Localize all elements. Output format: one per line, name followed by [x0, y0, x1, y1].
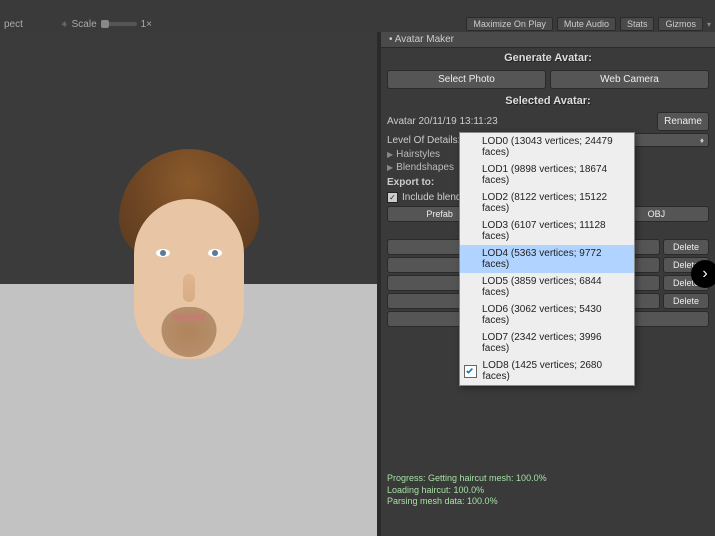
panel-tab[interactable]: • Avatar Maker	[381, 32, 715, 48]
next-arrow-button[interactable]: ›	[691, 260, 715, 288]
generate-avatar-title: Generate Avatar:	[381, 48, 715, 68]
lod-option[interactable]: LOD6 (3062 vertices; 5430 faces)	[460, 301, 634, 329]
avatar-maker-panel: • Avatar Maker Generate Avatar: Select P…	[381, 32, 715, 536]
lod-option[interactable]: LOD5 (3859 vertices; 6844 faces)	[460, 273, 634, 301]
rename-button[interactable]: Rename	[657, 112, 709, 131]
main-area: • Avatar Maker Generate Avatar: Select P…	[0, 32, 715, 536]
maximize-on-play-toggle[interactable]: Maximize On Play	[466, 17, 553, 31]
lod-option[interactable]: LOD4 (5363 vertices; 9772 faces)	[460, 245, 634, 273]
lod-option[interactable]: LOD3 (6107 vertices; 11128 faces)	[460, 217, 634, 245]
gizmos-toggle[interactable]: Gizmos	[658, 17, 703, 31]
aspect-label: pect	[4, 19, 23, 30]
delete-button[interactable]: Delete	[663, 239, 709, 255]
mute-audio-toggle[interactable]: Mute Audio	[557, 17, 616, 31]
web-camera-button[interactable]: Web Camera	[550, 70, 709, 89]
scale-slider[interactable]	[101, 22, 137, 26]
viewport-3d[interactable]	[0, 32, 377, 536]
top-toolbar: pect ✳ Scale 1× Maximize On Play Mute Au…	[0, 0, 715, 32]
stats-toggle[interactable]: Stats	[620, 17, 655, 31]
avatar-preview	[109, 149, 269, 399]
dropdown-icon[interactable]: ▾	[707, 20, 711, 29]
lod-label: Level Of Details:	[387, 135, 460, 146]
avatar-name-label: Avatar 20/11/19 13:11:23	[387, 116, 653, 127]
scale-icon: ✳	[61, 20, 68, 29]
app-root: pect ✳ Scale 1× Maximize On Play Mute Au…	[0, 0, 715, 536]
scale-value: 1×	[141, 19, 152, 30]
chevron-down-icon: ♦	[700, 136, 704, 145]
lod-option[interactable]: LOD2 (8122 vertices; 15122 faces)	[460, 189, 634, 217]
include-blendshapes-checkbox[interactable]: ✓	[387, 192, 398, 203]
selected-avatar-title: Selected Avatar:	[381, 91, 715, 111]
lod-option[interactable]: LOD8 (1425 vertices; 2680 faces)	[460, 357, 634, 385]
lod-option[interactable]: LOD0 (13043 vertices; 24479 faces)	[460, 133, 634, 161]
lod-option[interactable]: LOD1 (9898 vertices; 18674 faces)	[460, 161, 634, 189]
triangle-right-icon: ▶	[387, 163, 393, 172]
scale-label: Scale	[72, 19, 97, 30]
delete-button[interactable]: Delete	[663, 293, 709, 309]
select-photo-button[interactable]: Select Photo	[387, 70, 546, 89]
triangle-right-icon: ▶	[387, 150, 393, 159]
status-log: Progress: Getting haircut mesh: 100.0% L…	[381, 469, 715, 536]
lod-option[interactable]: LOD7 (2342 vertices; 3996 faces)	[460, 329, 634, 357]
panel-tab-label: • Avatar Maker	[389, 34, 454, 45]
lod-dropdown-popup: LOD0 (13043 vertices; 24479 faces)LOD1 (…	[459, 132, 635, 386]
